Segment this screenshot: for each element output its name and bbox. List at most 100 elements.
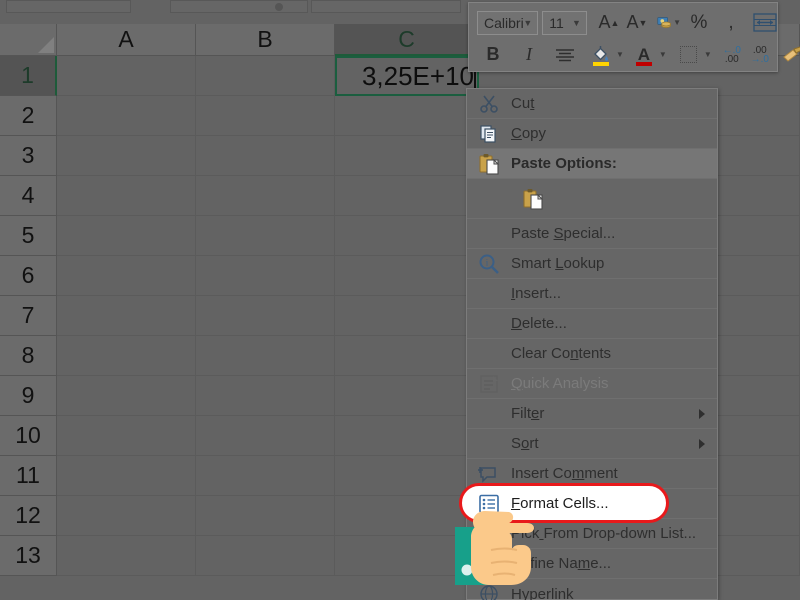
fill-color-icon[interactable] bbox=[589, 42, 613, 68]
increase-decimal-icon[interactable]: .00 →.0 bbox=[748, 42, 772, 68]
row-header-13[interactable]: 13 bbox=[0, 536, 57, 576]
cell-B11[interactable] bbox=[196, 456, 335, 496]
cell-B12[interactable] bbox=[196, 496, 335, 536]
cell-C6[interactable] bbox=[335, 256, 479, 296]
menu-item-paste-options[interactable]: Paste Options: bbox=[467, 149, 717, 179]
submenu-arrow-icon bbox=[699, 408, 705, 419]
merge-cells-icon[interactable] bbox=[753, 10, 777, 36]
cell-C8[interactable] bbox=[335, 336, 479, 376]
row-header-2[interactable]: 2 bbox=[0, 96, 57, 136]
formula-bar-input[interactable] bbox=[311, 0, 461, 13]
paste-gallery-icon[interactable] bbox=[511, 184, 555, 214]
menu-item-paste-special[interactable]: Paste Special... bbox=[467, 219, 717, 249]
row-header-label: 7 bbox=[21, 302, 35, 328]
cell-B1[interactable] bbox=[196, 56, 335, 96]
cell-A10[interactable] bbox=[57, 416, 196, 456]
shrink-font-icon[interactable]: A ▼ bbox=[625, 10, 649, 36]
cell-C3[interactable] bbox=[335, 136, 479, 176]
row-header-10[interactable]: 10 bbox=[0, 416, 57, 456]
cell-B9[interactable] bbox=[196, 376, 335, 416]
row-header-1[interactable]: 1 bbox=[0, 56, 57, 96]
copy-icon bbox=[467, 119, 511, 149]
cell-A12[interactable] bbox=[57, 496, 196, 536]
grow-font-icon[interactable]: A ▲ bbox=[597, 10, 621, 36]
font-name-box[interactable]: Calibri ▼ bbox=[477, 10, 539, 35]
cell-C7[interactable] bbox=[335, 296, 479, 336]
formula-bar-left[interactable] bbox=[170, 0, 308, 13]
row-header-8[interactable]: 8 bbox=[0, 336, 57, 376]
italic-icon[interactable]: I bbox=[517, 42, 541, 68]
name-box[interactable] bbox=[6, 0, 131, 13]
column-header-C[interactable]: C bbox=[335, 24, 479, 56]
cell-B4[interactable] bbox=[196, 176, 335, 216]
row-header-6[interactable]: 6 bbox=[0, 256, 57, 296]
bold-icon[interactable]: B bbox=[481, 42, 505, 68]
row-header-7[interactable]: 7 bbox=[0, 296, 57, 336]
select-all-corner[interactable] bbox=[0, 24, 57, 56]
cell-A8[interactable] bbox=[57, 336, 196, 376]
menu-item-label: Clear Contents bbox=[511, 345, 612, 362]
font-name-chevron-icon[interactable]: ▼ bbox=[523, 18, 532, 28]
cell-B8[interactable] bbox=[196, 336, 335, 376]
cell-A4[interactable] bbox=[57, 176, 196, 216]
borders-icon[interactable] bbox=[677, 42, 701, 68]
cell-C9[interactable] bbox=[335, 376, 479, 416]
font-size-chevron-icon[interactable]: ▼ bbox=[572, 18, 581, 28]
row-header-5[interactable]: 5 bbox=[0, 216, 57, 256]
percent-style-icon[interactable]: % bbox=[687, 10, 711, 36]
menu-item-sort[interactable]: Sort bbox=[467, 429, 717, 459]
column-header-B[interactable]: B bbox=[196, 24, 335, 56]
menu-item-delete[interactable]: Delete... bbox=[467, 309, 717, 339]
no-icon bbox=[467, 219, 511, 249]
font-size-box[interactable]: 11 ▼ bbox=[542, 10, 587, 35]
cell-C4[interactable] bbox=[335, 176, 479, 216]
menu-item-copy[interactable]: Copy bbox=[467, 119, 717, 149]
row-header-11[interactable]: 11 bbox=[0, 456, 57, 496]
insert-function-icon[interactable] bbox=[275, 3, 283, 11]
cell-A11[interactable] bbox=[57, 456, 196, 496]
font-color-chevron-icon[interactable]: ▼ bbox=[659, 50, 667, 59]
comma-style-icon[interactable]: , bbox=[719, 10, 743, 36]
cell-A9[interactable] bbox=[57, 376, 196, 416]
cell-A13[interactable] bbox=[57, 536, 196, 576]
menu-item-insert[interactable]: Insert... bbox=[467, 279, 717, 309]
menu-item-smart-lookup[interactable]: i Smart Lookup bbox=[467, 249, 717, 279]
accounting-number-format-icon[interactable]: ▼ bbox=[657, 10, 681, 36]
cell-B5[interactable] bbox=[196, 216, 335, 256]
fill-color-chevron-icon[interactable]: ▼ bbox=[616, 50, 624, 59]
row-header-3[interactable]: 3 bbox=[0, 136, 57, 176]
cell-A1[interactable] bbox=[57, 56, 196, 96]
cell-A3[interactable] bbox=[57, 136, 196, 176]
cell-A5[interactable] bbox=[57, 216, 196, 256]
accounting-chevron-icon[interactable]: ▼ bbox=[673, 18, 681, 27]
borders-chevron-icon[interactable]: ▼ bbox=[704, 50, 712, 59]
row-header-4[interactable]: 4 bbox=[0, 176, 57, 216]
cell-C10[interactable] bbox=[335, 416, 479, 456]
column-header-A[interactable]: A bbox=[57, 24, 196, 56]
menu-item-label: Filter bbox=[511, 405, 545, 422]
menu-item-filter[interactable]: Filter bbox=[467, 399, 717, 429]
menu-item-clear-contents[interactable]: Clear Contents bbox=[467, 339, 717, 369]
cell-B3[interactable] bbox=[196, 136, 335, 176]
cell-A6[interactable] bbox=[57, 256, 196, 296]
row-header-9[interactable]: 9 bbox=[0, 376, 57, 416]
format-painter-icon[interactable] bbox=[780, 42, 800, 68]
cell-B13[interactable] bbox=[196, 536, 335, 576]
cell-B2[interactable] bbox=[196, 96, 335, 136]
cell-C5[interactable] bbox=[335, 216, 479, 256]
cell-B10[interactable] bbox=[196, 416, 335, 456]
mini-format-toolbar[interactable]: Calibri ▼ 11 ▼ A ▲ A ▼ ▼ % , B I ▼ A ▼ ▼… bbox=[468, 2, 800, 72]
cell-A2[interactable] bbox=[57, 96, 196, 136]
cell-B7[interactable] bbox=[196, 296, 335, 336]
decrease-decimal-icon[interactable]: ←.0 .00 bbox=[720, 42, 744, 68]
center-align-icon[interactable] bbox=[553, 42, 577, 68]
selected-cell-C1[interactable]: 3,25E+10 bbox=[335, 56, 479, 96]
menu-item-cut[interactable]: Cut bbox=[467, 89, 717, 119]
row-header-12[interactable]: 12 bbox=[0, 496, 57, 536]
font-color-icon[interactable]: A bbox=[632, 42, 656, 68]
no-icon bbox=[467, 399, 511, 429]
menu-item-paste-gallery[interactable] bbox=[467, 179, 717, 219]
cell-A7[interactable] bbox=[57, 296, 196, 336]
cell-B6[interactable] bbox=[196, 256, 335, 296]
cell-C2[interactable] bbox=[335, 96, 479, 136]
